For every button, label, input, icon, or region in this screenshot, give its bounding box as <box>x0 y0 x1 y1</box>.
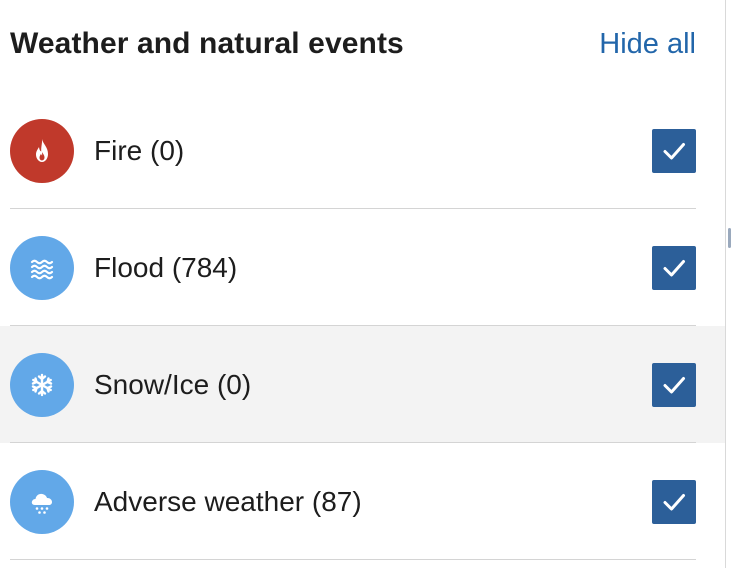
checkmark-icon <box>663 142 685 159</box>
event-label: Flood (784) <box>94 251 238 283</box>
row-divider <box>10 559 696 560</box>
flood-checkbox[interactable] <box>652 245 696 290</box>
fire-icon <box>10 118 74 183</box>
scrollbar-track[interactable] <box>725 0 726 568</box>
event-row-fire[interactable]: Fire (0) <box>0 92 725 209</box>
event-label: Adverse weather (87) <box>94 485 362 517</box>
hide-all-link[interactable]: Hide all <box>599 28 696 61</box>
fire-checkbox[interactable] <box>652 128 696 173</box>
event-row-adverse-weather[interactable]: Adverse weather (87) <box>0 443 725 560</box>
checkmark-icon <box>663 493 685 510</box>
adverse-weather-checkbox[interactable] <box>652 479 696 524</box>
rain-cloud-icon <box>10 469 74 534</box>
event-list: Fire (0) Flood (784) Snow/Ice (0) Advers… <box>0 92 725 560</box>
panel-title: Weather and natural events <box>10 27 404 60</box>
panel-header: Weather and natural events Hide all <box>10 22 696 66</box>
event-row-flood[interactable]: Flood (784) <box>0 209 725 326</box>
snow-ice-checkbox[interactable] <box>652 362 696 407</box>
checkmark-icon <box>663 376 685 393</box>
event-label: Snow/Ice (0) <box>94 368 252 400</box>
snowflake-icon <box>10 352 74 417</box>
flood-icon <box>10 235 74 300</box>
event-label: Fire (0) <box>94 134 185 166</box>
checkmark-icon <box>663 259 685 276</box>
weather-events-panel: Weather and natural events Hide all Fire… <box>0 0 732 568</box>
event-row-snow-ice[interactable]: Snow/Ice (0) <box>0 326 725 443</box>
scrollbar-thumb[interactable] <box>728 228 731 248</box>
